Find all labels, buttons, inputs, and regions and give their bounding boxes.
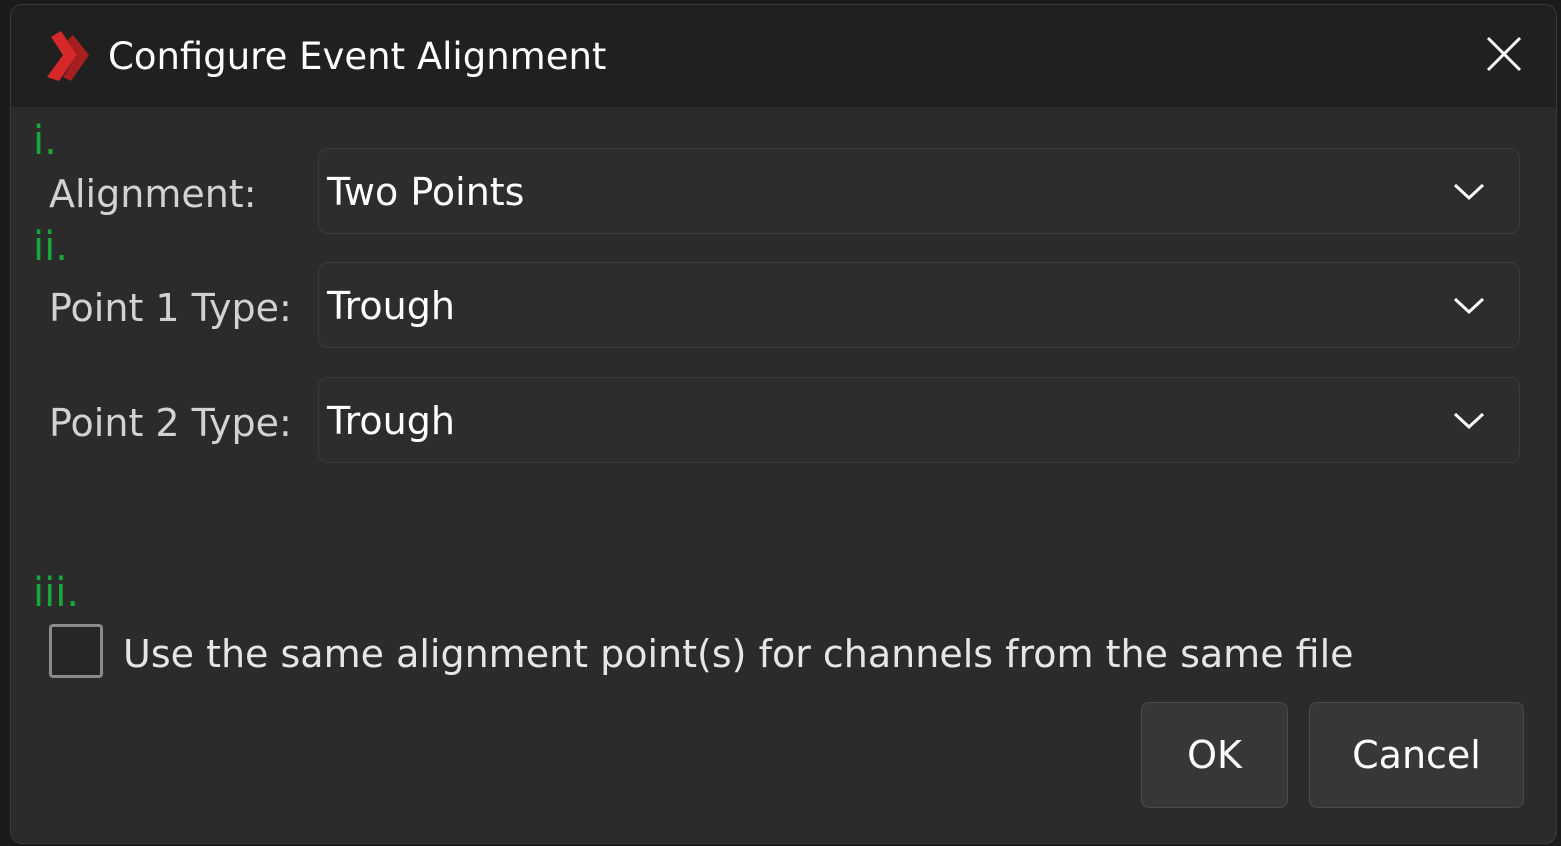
ok-button[interactable]: OK: [1141, 702, 1288, 808]
close-icon: [1486, 36, 1522, 72]
point2-type-dropdown-value: Trough: [327, 399, 455, 443]
point1-type-dropdown-value: Trough: [327, 284, 455, 328]
point2-type-label: Point 2 Type:: [49, 401, 292, 445]
same-file-checkbox[interactable]: [49, 624, 103, 678]
marker-i: i.: [33, 118, 57, 164]
app-logo-icon: [47, 31, 89, 81]
cancel-button[interactable]: Cancel: [1309, 702, 1524, 808]
chevron-down-icon: [1453, 412, 1485, 430]
marker-ii: ii.: [33, 224, 68, 270]
point1-type-label: Point 1 Type:: [49, 286, 292, 330]
alignment-dropdown-value: Two Points: [327, 170, 525, 214]
dialog-title: Configure Event Alignment: [108, 35, 607, 78]
chevron-down-icon: [1453, 183, 1485, 201]
alignment-dropdown[interactable]: Two Points: [318, 148, 1520, 234]
point2-type-dropdown[interactable]: Trough: [318, 377, 1520, 463]
title-bar: Configure Event Alignment: [11, 5, 1556, 107]
alignment-label: Alignment:: [49, 172, 257, 216]
same-file-checkbox-label: Use the same alignment point(s) for chan…: [123, 632, 1354, 676]
configure-event-alignment-dialog: Configure Event Alignment i. ii. iii. Al…: [10, 4, 1557, 844]
point1-type-dropdown[interactable]: Trough: [318, 262, 1520, 348]
close-button[interactable]: [1477, 27, 1531, 81]
marker-iii: iii.: [33, 570, 80, 616]
chevron-down-icon: [1453, 297, 1485, 315]
